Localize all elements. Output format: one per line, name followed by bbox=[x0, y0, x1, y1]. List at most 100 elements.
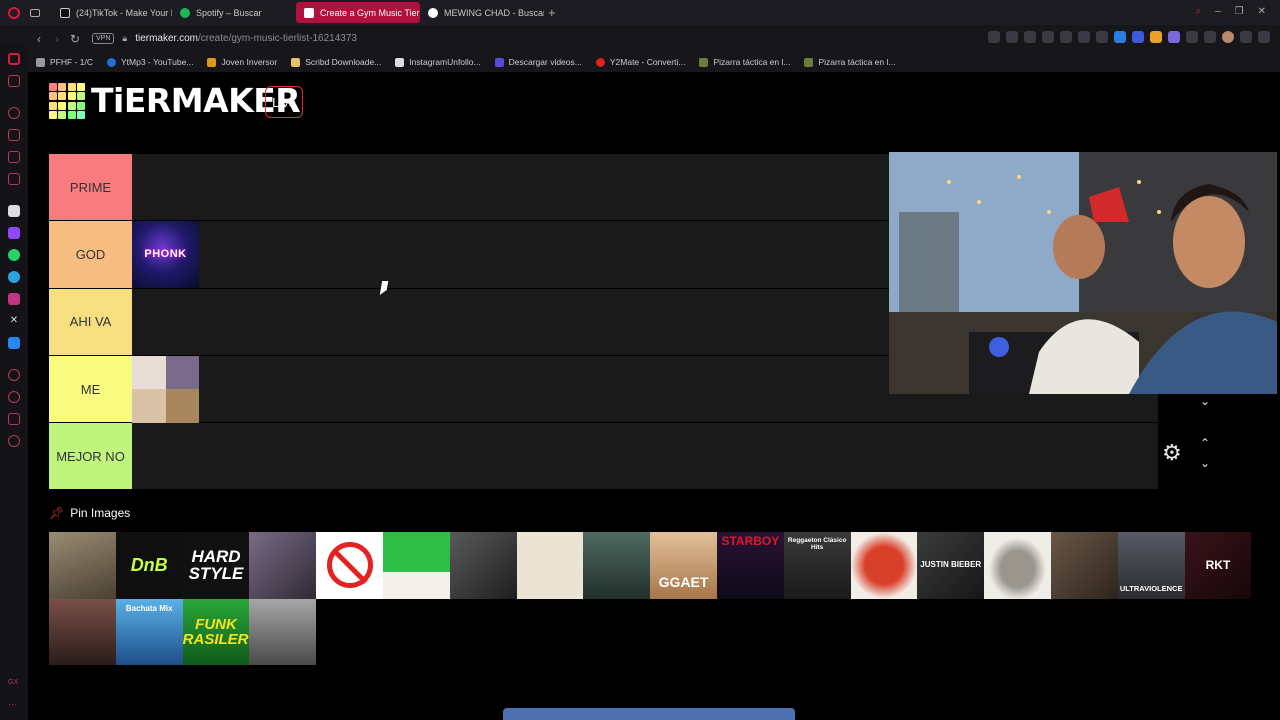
pool-item[interactable]: Bachata Mix bbox=[115, 598, 183, 665]
pool-item[interactable]: DnB bbox=[115, 532, 183, 599]
pool-item[interactable] bbox=[850, 532, 918, 599]
bookmark-item[interactable]: PFHF - 1/C bbox=[36, 57, 93, 67]
extension-icon[interactable] bbox=[1132, 31, 1144, 43]
reload-panel-icon[interactable] bbox=[8, 107, 20, 119]
tiermaker-logo-icon[interactable] bbox=[49, 83, 85, 119]
chevron-down-icon[interactable]: ⌄ bbox=[1200, 394, 1210, 408]
settings-icon[interactable] bbox=[8, 435, 20, 447]
url-field[interactable]: tiermaker.com/create/gym-music-tierlist-… bbox=[135, 33, 357, 44]
gx-icon[interactable]: GX bbox=[8, 679, 20, 691]
pool-item[interactable] bbox=[382, 532, 450, 599]
maximize-icon[interactable]: ❐ bbox=[1235, 6, 1244, 17]
extension-icon[interactable] bbox=[1168, 31, 1180, 43]
whatsapp-icon[interactable] bbox=[8, 249, 20, 261]
pin-icon[interactable] bbox=[1006, 31, 1018, 43]
tier-items[interactable]: PHONK bbox=[132, 221, 199, 289]
pool-item[interactable] bbox=[583, 532, 651, 599]
tier-label-god[interactable]: GOD bbox=[49, 221, 132, 288]
tier-label-mejor-no[interactable]: MEJOR NO bbox=[49, 423, 132, 490]
add-icon[interactable] bbox=[8, 369, 20, 381]
pool-item[interactable] bbox=[249, 532, 317, 599]
bookmark-item[interactable]: Descargar videos... bbox=[494, 57, 582, 67]
save-download-button[interactable] bbox=[503, 708, 795, 720]
pool-item[interactable] bbox=[49, 532, 116, 599]
pool-item[interactable]: STARBOY bbox=[716, 532, 784, 599]
bookmark-item[interactable]: Scribd Downloade... bbox=[291, 57, 381, 67]
tab-tiermaker[interactable]: Create a Gym Music Tierl bbox=[296, 2, 420, 23]
menu-icon[interactable] bbox=[1258, 31, 1270, 43]
pin-images-toggle[interactable]: 📌︎ Pin Images bbox=[49, 506, 130, 520]
download-icon[interactable] bbox=[1240, 31, 1252, 43]
tier-item-phonk[interactable]: PHONK bbox=[132, 221, 199, 289]
bag-icon[interactable] bbox=[8, 129, 20, 141]
opera-logo-icon[interactable] bbox=[8, 6, 20, 19]
pool-item[interactable] bbox=[249, 598, 317, 665]
pool-item[interactable] bbox=[316, 532, 383, 599]
pool-item[interactable] bbox=[984, 532, 1051, 599]
reload-icon[interactable]: ↻ bbox=[66, 32, 84, 46]
chat-icon[interactable] bbox=[8, 413, 20, 425]
tier-label-ahi-va[interactable]: AHI VA bbox=[49, 288, 132, 355]
tier-item-album-collage[interactable] bbox=[132, 355, 199, 423]
media-icon[interactable] bbox=[8, 173, 20, 185]
bookmark-item[interactable]: Pizarra táctica en l... bbox=[699, 57, 790, 67]
twitch-icon[interactable] bbox=[8, 227, 20, 239]
pool-item[interactable]: Reggaeton Clásico Hits bbox=[783, 532, 851, 599]
bookmark-item[interactable]: Pizarra táctica en l... bbox=[804, 57, 895, 67]
pool-item[interactable] bbox=[49, 598, 116, 665]
minimize-icon[interactable]: – bbox=[1215, 6, 1221, 17]
avatar[interactable] bbox=[1222, 31, 1234, 43]
vk-icon[interactable] bbox=[8, 337, 20, 349]
tab-tiktok[interactable]: (24)TikTok - Make Your D bbox=[52, 2, 172, 23]
telegram-icon[interactable] bbox=[8, 271, 20, 283]
snapshot-icon[interactable] bbox=[1024, 31, 1036, 43]
tier-label-prime[interactable]: PRIME bbox=[49, 154, 132, 221]
bookmark-item[interactable]: InstagramUnfollo... bbox=[395, 57, 481, 67]
pool-item[interactable]: ULTRAVIOLENCE bbox=[1117, 532, 1185, 599]
gaming-icon[interactable] bbox=[8, 75, 20, 87]
pool-item[interactable]: FUNK BRASILERO bbox=[182, 598, 250, 665]
tier-row-mejor-no[interactable]: MEJOR NO bbox=[49, 423, 1158, 491]
forward-icon[interactable]: › bbox=[48, 32, 66, 46]
home-icon[interactable] bbox=[8, 53, 20, 65]
ai-icon[interactable] bbox=[8, 205, 20, 217]
search-tabs-icon[interactable]: ⌕ bbox=[1195, 6, 1201, 17]
zoom-icon[interactable] bbox=[988, 31, 1000, 43]
tier-items[interactable] bbox=[132, 355, 199, 423]
heart-icon[interactable] bbox=[1096, 31, 1108, 43]
pool-item[interactable] bbox=[1050, 532, 1118, 599]
pool-item[interactable]: JUSTIN BIEBER bbox=[917, 532, 985, 599]
translate-icon[interactable] bbox=[1060, 31, 1072, 43]
bookmark-item[interactable]: YtMp3 - YouTube... bbox=[106, 57, 193, 67]
news-icon[interactable] bbox=[8, 151, 20, 163]
tab-google[interactable]: MEWING CHAD - Buscar bbox=[420, 2, 544, 23]
x-icon[interactable]: ✕ bbox=[8, 315, 20, 327]
instagram-icon[interactable] bbox=[8, 293, 20, 305]
tab-spotify[interactable]: Spotify – Buscar bbox=[172, 2, 296, 23]
new-tab-icon[interactable]: + bbox=[548, 5, 556, 20]
tier-label-me[interactable]: ME bbox=[49, 355, 132, 423]
extension-icon[interactable] bbox=[1114, 31, 1126, 43]
extension-icon[interactable] bbox=[1150, 31, 1162, 43]
history-icon[interactable] bbox=[8, 391, 20, 403]
extension-icon[interactable] bbox=[1186, 31, 1198, 43]
pool-item[interactable]: HARD STYLE bbox=[182, 532, 250, 599]
close-icon[interactable]: ✕ bbox=[1258, 6, 1266, 17]
vpn-badge[interactable]: VPN bbox=[92, 33, 115, 44]
tab-overview-icon[interactable] bbox=[30, 8, 40, 17]
gear-icon[interactable]: ⚙ bbox=[1162, 442, 1182, 464]
live-button[interactable]: Live bbox=[265, 86, 303, 118]
more-icon[interactable]: ··· bbox=[8, 699, 20, 711]
play-icon[interactable] bbox=[1078, 31, 1090, 43]
puzzle-icon[interactable] bbox=[1204, 31, 1216, 43]
pool-item[interactable] bbox=[449, 532, 517, 599]
pool-item[interactable] bbox=[516, 532, 584, 599]
pool-item[interactable]: RKT bbox=[1184, 532, 1252, 599]
shield-icon[interactable] bbox=[1042, 31, 1054, 43]
bookmark-item[interactable]: Joven Inversor bbox=[207, 57, 277, 67]
back-icon[interactable]: ‹ bbox=[30, 32, 48, 46]
chevron-down-icon[interactable]: ⌄ bbox=[1200, 456, 1210, 470]
bookmark-item[interactable]: Y2Mate - Converti... bbox=[595, 57, 685, 67]
chevron-up-icon[interactable]: ⌃ bbox=[1200, 436, 1210, 450]
pool-item[interactable]: GGAET bbox=[650, 532, 717, 599]
